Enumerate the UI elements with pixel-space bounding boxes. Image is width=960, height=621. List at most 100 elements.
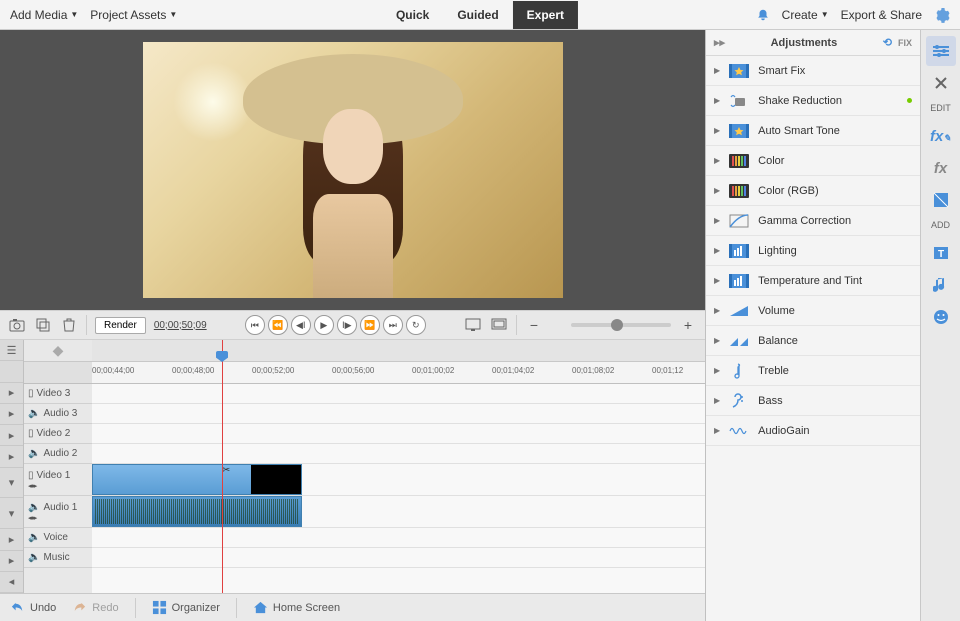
track-header-audio1[interactable]: 🔈Audio 1◂●▸ [24,496,92,528]
frame-back-button[interactable]: ◀Ⅰ [291,315,311,335]
tab-expert[interactable]: Expert [513,1,578,29]
track-video3[interactable] [92,384,705,404]
track-name: Video 1 [37,470,71,481]
goto-end-button[interactable]: ⏭ [383,315,403,335]
adjustment-shake-reduction[interactable]: ▶Shake Reduction [706,86,920,116]
zoom-plus-icon[interactable]: + [679,316,697,334]
track-header-voice[interactable]: 🔈Voice [24,528,92,548]
tab-quick[interactable]: Quick [382,1,443,29]
export-share-button[interactable]: Export & Share [841,8,922,22]
preview-panel [0,30,705,310]
undo-button[interactable]: Undo [10,600,56,615]
track-chevron-icon[interactable]: ▸ [0,446,23,467]
mode-tabs: Quick Guided Expert [382,1,578,29]
timeline-content[interactable]: 00;00;44;0000;00;48;0000;00;52;0000;00;5… [92,340,705,593]
adjustments-title: Adjustments [725,37,883,49]
play-button[interactable]: ▶ [314,315,334,335]
sound-icon: 🔈 [28,502,40,513]
reset-icon[interactable]: ⟲ [883,36,892,49]
track-video1[interactable]: ✂ [92,464,705,496]
graphics-icon[interactable] [926,302,956,332]
track-chevron-icon[interactable]: ▸ [0,529,23,550]
adjustment-gamma-correction[interactable]: ▶Gamma Correction [706,206,920,236]
safe-margin-icon[interactable] [490,316,508,334]
adjustment-label: Balance [758,335,798,347]
track-chevron-icon[interactable]: ▸ [0,551,23,572]
zoom-minus-icon[interactable]: − [525,316,543,334]
loop-button[interactable]: ↻ [406,315,426,335]
freeze-frame-icon[interactable] [34,316,52,334]
zoom-slider[interactable] [571,323,671,327]
step-forward-button[interactable]: ⏩ [360,315,380,335]
audio-clip[interactable] [92,496,302,527]
adjustment-color-rgb-[interactable]: ▶Color (RGB) [706,176,920,206]
track-header-video1[interactable]: ▯Video 1◂●▸ [24,464,92,496]
adjustment-smart-fix[interactable]: ▶Smart Fix [706,56,920,86]
video-clip[interactable] [92,464,302,495]
adjustment-bass[interactable]: ▶Bass [706,386,920,416]
track-mini-controls[interactable]: ◂●▸ [28,482,36,490]
track-chevron-icon[interactable]: ▸ [0,383,23,404]
goto-start-button[interactable]: ⏮ [245,315,265,335]
organizer-button[interactable]: Organizer [152,600,220,615]
track-chevron-down-icon[interactable]: ▾ [0,498,23,529]
ruler-tick: 00;01;12 [652,366,683,375]
tab-guided[interactable]: Guided [443,1,512,29]
step-back-button[interactable]: ⏪ [268,315,288,335]
adjustment-auto-smart-tone[interactable]: ▶Auto Smart Tone [706,116,920,146]
sound-icon: 🔈 [28,552,40,563]
adjustment-balance[interactable]: ▶Balance [706,326,920,356]
track-header-audio3[interactable]: 🔈Audio 3 [24,404,92,424]
redo-button[interactable]: Redo [72,600,118,615]
track-audio2[interactable] [92,444,705,464]
adjustment-volume[interactable]: ▶Volume [706,296,920,326]
marker-icon[interactable]: ◆ [24,340,92,362]
track-header-video2[interactable]: ▯Video 2 [24,424,92,444]
track-chevron-icon[interactable]: ▸ [0,404,23,425]
sliders-icon[interactable]: ☰ [0,340,23,361]
render-button[interactable]: Render [95,317,146,334]
track-audio3[interactable] [92,404,705,424]
titles-icon[interactable]: T [926,238,956,268]
adjustment-audiogain[interactable]: ▶AudioGain [706,416,920,446]
project-assets-menu[interactable]: Project Assets▼ [90,8,177,22]
adjustment-icon [728,303,750,319]
track-chevron-down-icon[interactable]: ▾ [0,468,23,499]
timecode-display[interactable]: 00;00;50;09 [154,320,207,331]
track-header-music[interactable]: 🔈Music [24,548,92,568]
adjust-sliders-icon[interactable] [926,36,956,66]
right-toolbar: EDIT fx✎ fx ADD T [920,30,960,621]
frame-forward-button[interactable]: Ⅰ▶ [337,315,357,335]
track-header-video3[interactable]: ▯Video 3 [24,384,92,404]
trash-icon[interactable] [60,316,78,334]
video-preview[interactable] [143,42,563,298]
adjustment-treble[interactable]: ▶Treble [706,356,920,386]
tools-icon[interactable] [926,68,956,98]
track-header-audio2[interactable]: 🔈Audio 2 [24,444,92,464]
home-screen-button[interactable]: Home Screen [253,600,340,615]
fullscreen-icon[interactable] [464,316,482,334]
track-chevron-icon[interactable]: ▸ [0,425,23,446]
transitions-icon[interactable] [926,185,956,215]
track-audio1[interactable] [92,496,705,528]
camera-icon[interactable] [8,316,26,334]
create-menu[interactable]: Create▼ [782,8,829,22]
add-media-menu[interactable]: Add Media▼ [10,8,78,22]
music-icon[interactable] [926,270,956,300]
adjustment-lighting[interactable]: ▶Lighting [706,236,920,266]
adjustment-color[interactable]: ▶Color [706,146,920,176]
track-music[interactable] [92,548,705,568]
fx-applied-icon[interactable]: fx✎ [926,121,956,151]
collapse-icon[interactable]: ▸▸ [714,36,725,49]
marker-cut-icon[interactable]: ✂ [222,465,230,476]
track-video2[interactable] [92,424,705,444]
h-scrollbar-left[interactable]: ◂ [0,572,23,593]
notifications-icon[interactable] [756,8,770,22]
settings-icon[interactable] [934,7,950,23]
adjustment-temperature-and-tint[interactable]: ▶Temperature and Tint [706,266,920,296]
track-mini-controls[interactable]: ◂●▸ [28,514,36,522]
playhead[interactable] [222,340,223,593]
track-voice[interactable] [92,528,705,548]
time-ruler[interactable]: 00;00;44;0000;00;48;0000;00;52;0000;00;5… [92,362,705,384]
fx-icon[interactable]: fx [926,153,956,183]
